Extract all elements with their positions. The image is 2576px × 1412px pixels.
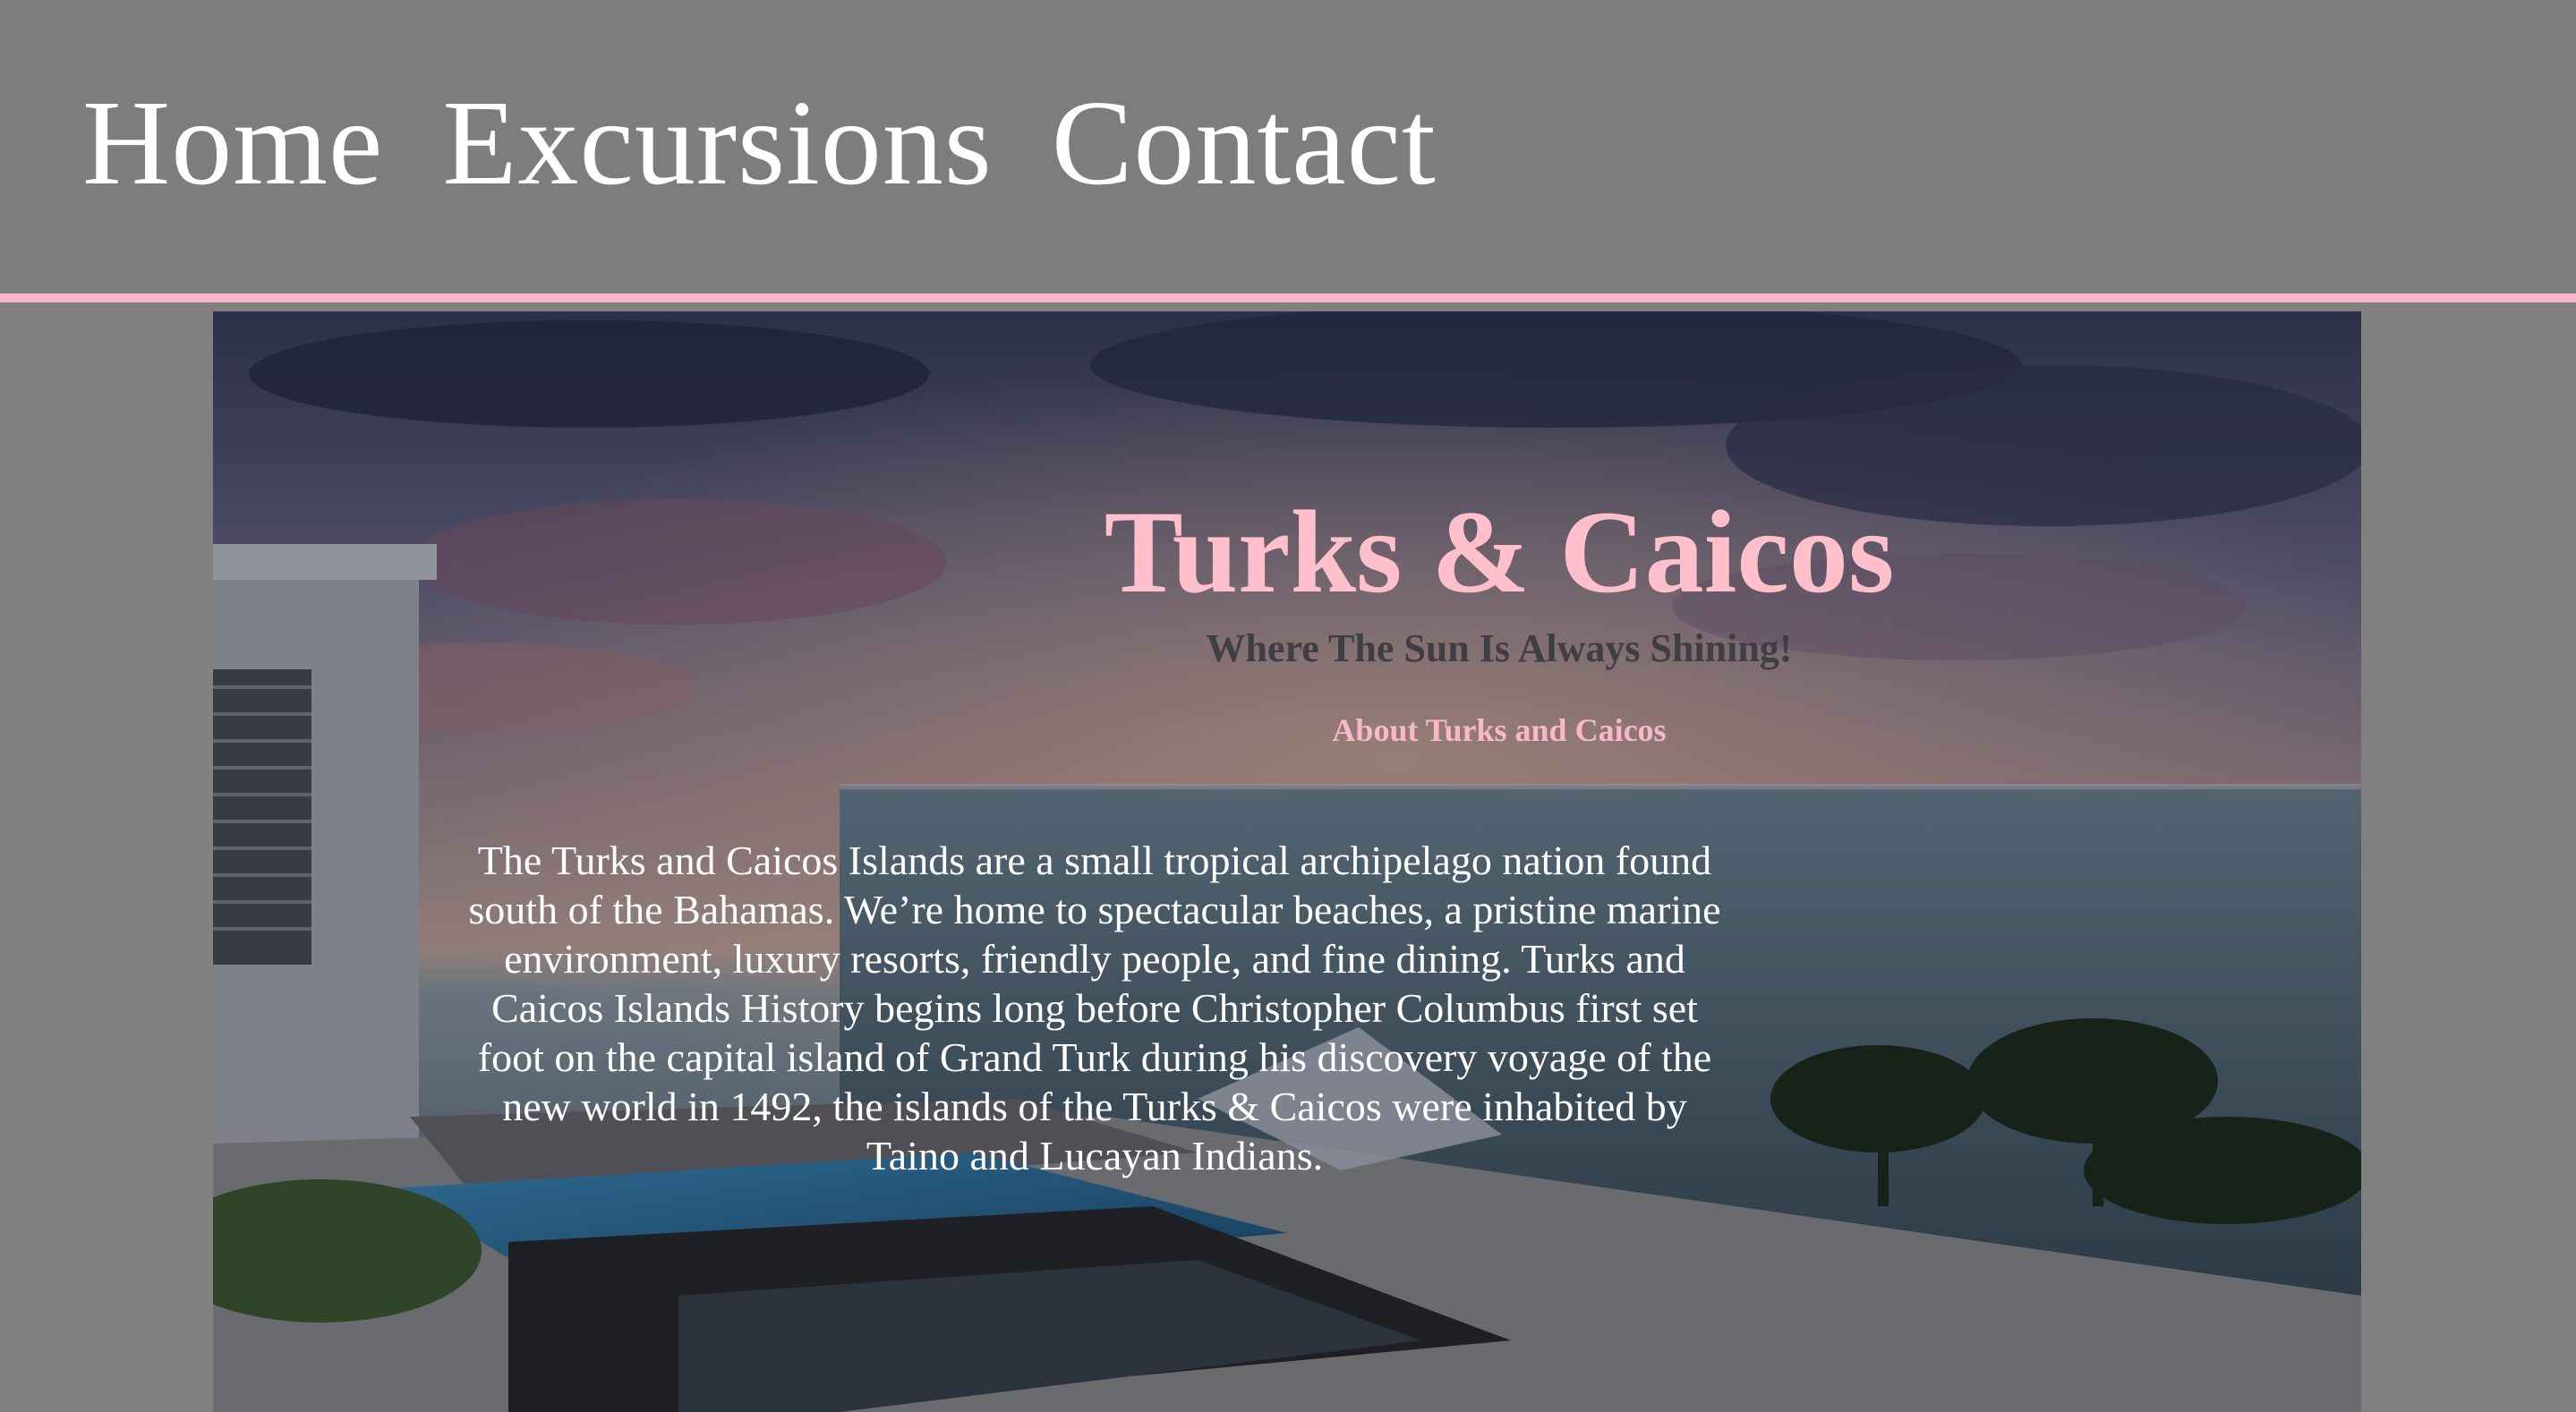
hero-subtitle: Where The Sun Is Always Shining! [1206,625,1793,670]
page-title: Turks & Caicos [1104,486,1895,618]
nav-link-contact[interactable]: Contact [1052,82,1437,204]
hero-content: Turks & Caicos Where The Sun Is Always S… [213,311,2361,1412]
main-nav: Home Excursions Contact [82,82,1437,204]
top-navigation-bar: Home Excursions Contact [0,0,2576,302]
nav-link-home[interactable]: Home [82,82,383,204]
about-paragraph: The Turks and Caicos Islands are a small… [468,838,1721,1178]
hero-section: Turks & Caicos Where The Sun Is Always S… [213,311,2361,1412]
nav-link-excursions[interactable]: Excursions [442,82,992,204]
about-heading: About Turks and Caicos [1332,712,1667,748]
